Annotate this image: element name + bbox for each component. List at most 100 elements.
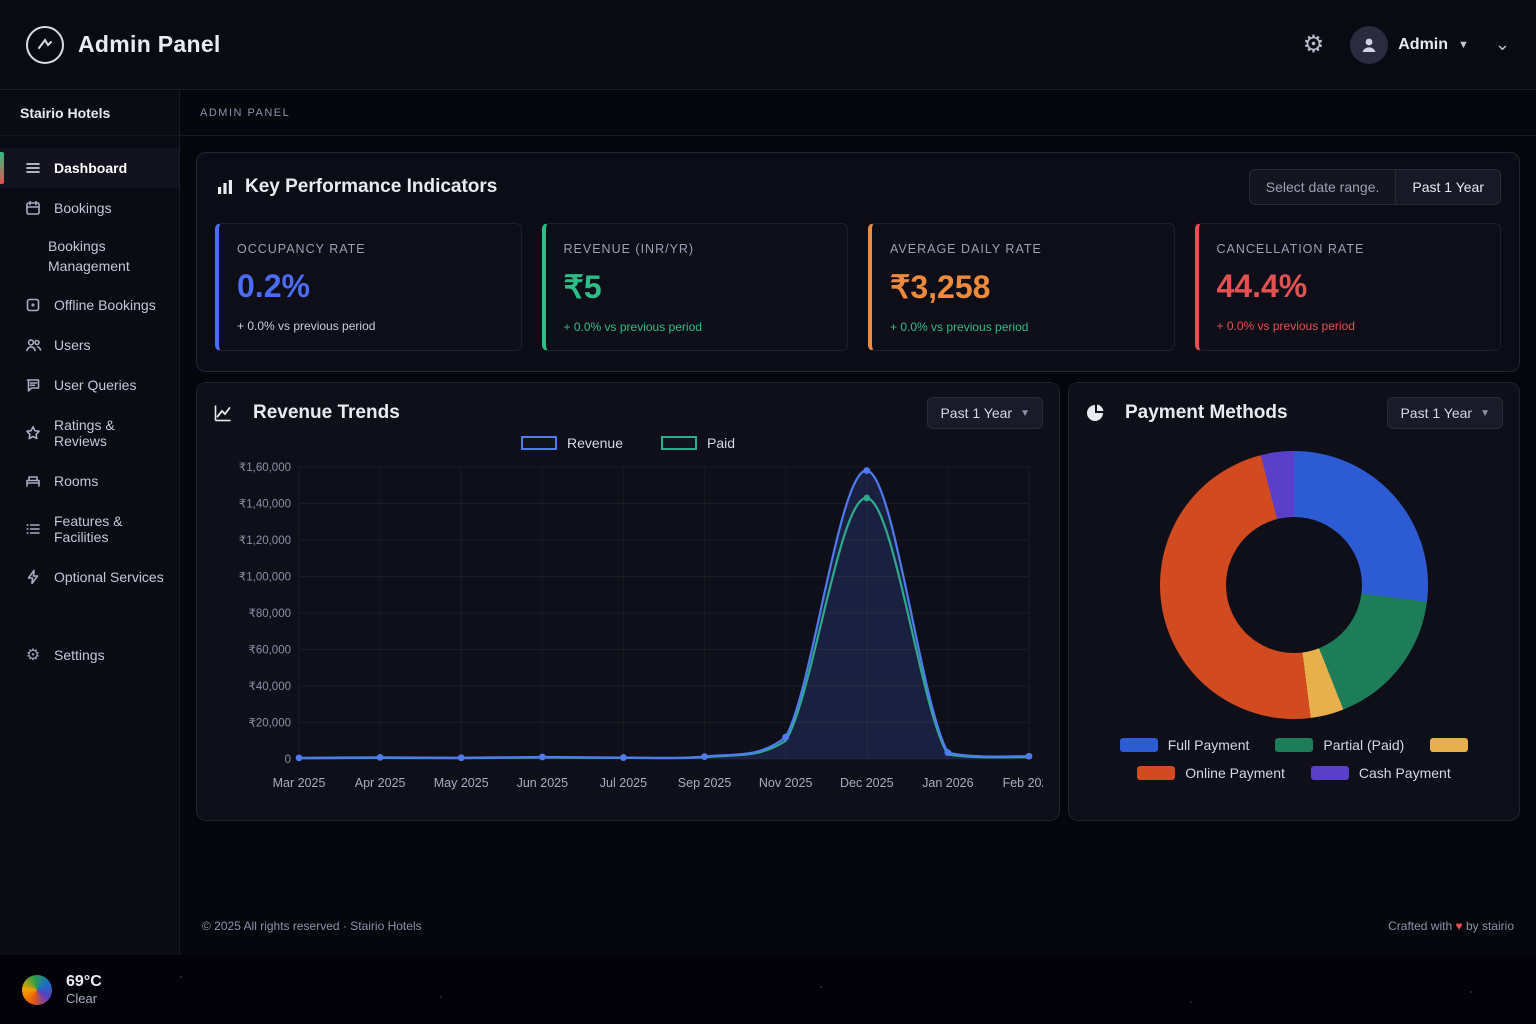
- svg-text:Feb 2026: Feb 2026: [1003, 776, 1043, 790]
- legend-swatch-paid: [661, 436, 697, 450]
- user-caret-icon: ▼: [1458, 39, 1469, 51]
- svg-text:Apr 2025: Apr 2025: [355, 776, 406, 790]
- sidebar-item-dashboard[interactable]: Dashboard: [0, 148, 179, 188]
- brand: Admin Panel: [26, 26, 221, 64]
- payment-period-dropdown[interactable]: Past 1 Year ▼: [1387, 397, 1503, 429]
- svg-text:₹40,000: ₹40,000: [249, 681, 292, 693]
- dashboard-icon: [24, 160, 42, 176]
- user-queries-icon: [24, 377, 42, 393]
- kpi-delta: + 0.0% vs previous period: [1217, 319, 1483, 333]
- copyright-text: © 2025 All rights reserved · Stairio Hot…: [202, 919, 422, 933]
- kpi-card-occupancy-rate: OCCUPANCY RATE 0.2% + 0.0% vs previous p…: [215, 223, 522, 351]
- chevron-down-icon: ▼: [1480, 408, 1490, 419]
- heart-icon: ♥: [1456, 919, 1463, 933]
- legend-item-paid: Paid: [661, 435, 735, 451]
- bar-chart-icon: [215, 177, 235, 197]
- legend-item-revenue: Revenue: [521, 435, 623, 451]
- bookings-icon: [24, 200, 42, 216]
- kpi-card-average-daily-rate: AVERAGE DAILY RATE ₹3,258 + 0.0% vs prev…: [868, 223, 1175, 351]
- svg-text:₹1,40,000: ₹1,40,000: [239, 499, 291, 511]
- legend-swatch: [1137, 766, 1175, 780]
- sidebar-item-features-facilities[interactable]: Features & Facilities: [0, 501, 179, 557]
- svg-text:May 2025: May 2025: [434, 776, 489, 790]
- kpi-value: 0.2%: [237, 268, 503, 305]
- svg-text:Jan 2026: Jan 2026: [922, 776, 973, 790]
- user-name: Admin: [1398, 36, 1448, 54]
- user-menu[interactable]: Admin ▼: [1350, 26, 1469, 64]
- legend-label: Partial (Paid): [1323, 737, 1404, 753]
- svg-text:₹20,000: ₹20,000: [249, 718, 292, 730]
- legend-swatch-revenue: [521, 436, 557, 450]
- app-title: Admin Panel: [78, 31, 221, 58]
- sidebar-item-bookings-management[interactable]: Bookings Management: [0, 228, 170, 285]
- kpi-card-cancellation-rate: CANCELLATION RATE 44.4% + 0.0% vs previo…: [1195, 223, 1502, 351]
- kpi-value: ₹5: [564, 268, 830, 306]
- kpi-label: OCCUPANCY RATE: [237, 242, 503, 256]
- payment-methods-donut: [1160, 451, 1428, 719]
- sidebar-item-rooms[interactable]: Rooms: [0, 461, 179, 501]
- weather-icon: [22, 975, 52, 1005]
- sidebar-item-users[interactable]: Users: [0, 325, 179, 365]
- payment-methods-title: Payment Methods: [1125, 402, 1288, 424]
- revenue-chart-legend: Revenue Paid: [213, 435, 1043, 451]
- svg-text:0: 0: [285, 754, 291, 766]
- kpi-label: AVERAGE DAILY RATE: [890, 242, 1156, 256]
- svg-text:Dec 2025: Dec 2025: [840, 776, 894, 790]
- sidebar-item-settings[interactable]: ⚙ Settings: [0, 633, 179, 677]
- sidebar-item-user-queries[interactable]: User Queries: [0, 365, 179, 405]
- revenue-period-dropdown[interactable]: Past 1 Year ▼: [927, 397, 1043, 429]
- legend-label: Online Payment: [1185, 765, 1285, 781]
- weather-temp: 69°C: [66, 973, 102, 991]
- chevron-down-icon: ▼: [1020, 408, 1030, 419]
- weather-condition: Clear: [66, 991, 102, 1006]
- sidebar-item-bookings[interactable]: Bookings: [0, 188, 179, 228]
- star-icon: [24, 425, 42, 441]
- legend-swatch: [1430, 738, 1468, 752]
- svg-text:Mar 2025: Mar 2025: [273, 776, 326, 790]
- users-icon: [24, 337, 42, 353]
- features-icon: [24, 521, 42, 537]
- svg-text:₹1,00,000: ₹1,00,000: [239, 572, 291, 584]
- svg-text:Jun 2025: Jun 2025: [517, 776, 568, 790]
- legend-swatch: [1311, 766, 1349, 780]
- rooms-icon: [24, 473, 42, 489]
- legend-item: Full Payment: [1120, 737, 1250, 753]
- credit-text: Crafted with ♥ by stairio: [1388, 919, 1514, 933]
- collapse-chevron-icon[interactable]: ⌄: [1495, 34, 1510, 55]
- main-footer: © 2025 All rights reserved · Stairio Hot…: [196, 919, 1520, 933]
- sidebar-item-offline-bookings[interactable]: Offline Bookings: [0, 285, 179, 325]
- sidebar-item-optional-services[interactable]: Optional Services: [0, 557, 179, 597]
- line-chart-icon: [213, 403, 233, 423]
- sidebar-item-ratings-reviews[interactable]: Ratings & Reviews: [0, 405, 179, 461]
- kpi-delta: + 0.0% vs previous period: [890, 320, 1156, 334]
- svg-text:₹80,000: ₹80,000: [249, 608, 292, 620]
- svg-text:₹1,60,000: ₹1,60,000: [239, 462, 291, 474]
- breadcrumb: ADMIN PANEL: [180, 90, 1536, 136]
- svg-text:₹1,20,000: ₹1,20,000: [239, 535, 291, 547]
- period-button[interactable]: Past 1 Year: [1396, 169, 1501, 205]
- app-header: Admin Panel ⚙ Admin ▼ ⌄: [0, 0, 1536, 90]
- legend-swatch: [1275, 738, 1313, 752]
- legend-label: Full Payment: [1168, 737, 1250, 753]
- date-range-button[interactable]: Select date range.: [1249, 169, 1397, 205]
- revenue-trends-title: Revenue Trends: [253, 402, 400, 424]
- avatar[interactable]: [1350, 26, 1388, 64]
- payment-methods-legend: Full Payment Partial (Paid) Online Payment…: [1085, 737, 1503, 781]
- settings-gear-icon[interactable]: ⚙: [1303, 33, 1325, 57]
- svg-text:Sep 2025: Sep 2025: [678, 776, 732, 790]
- legend-item: Partial (Paid): [1275, 737, 1404, 753]
- kpi-delta: + 0.0% vs previous period: [564, 320, 830, 334]
- legend-label: Cash Payment: [1359, 765, 1451, 781]
- legend-item: Cash Payment: [1311, 765, 1451, 781]
- legend-swatch: [1120, 738, 1158, 752]
- svg-text:₹60,000: ₹60,000: [249, 645, 292, 657]
- kpi-value: 44.4%: [1217, 268, 1483, 305]
- payment-methods-card: Payment Methods Past 1 Year ▼ Full Payme…: [1068, 382, 1520, 821]
- kpi-delta: + 0.0% vs previous period: [237, 319, 503, 333]
- kpi-label: REVENUE (INR/YR): [564, 242, 830, 256]
- bottom-strip: 69°C Clear: [0, 955, 1536, 1024]
- offline-bookings-icon: [24, 297, 42, 313]
- pie-chart-icon: [1085, 403, 1105, 423]
- revenue-trends-chart: ₹1,60,000 ₹1,40,000 ₹1,20,000 ₹1,00,000 ₹80,…: [213, 453, 1043, 806]
- svg-text:Jul 2025: Jul 2025: [600, 776, 647, 790]
